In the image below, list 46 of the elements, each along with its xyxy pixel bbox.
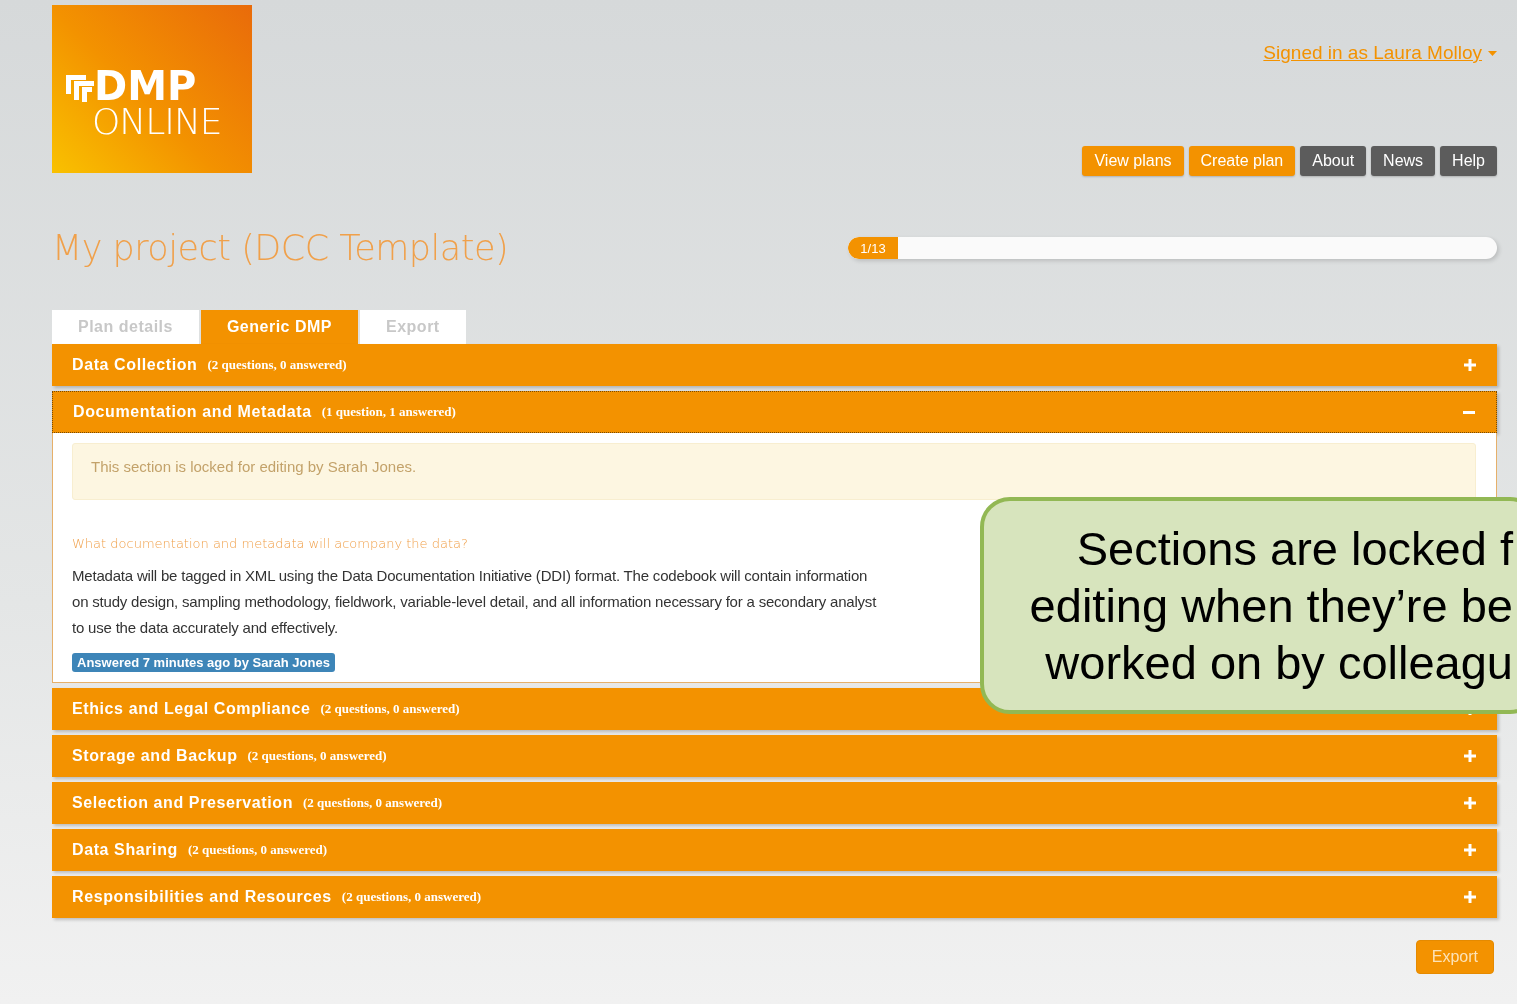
nav-button[interactable]: News — [1371, 146, 1436, 176]
lock-notice: This section is locked for editing by Sarah Jones. — [72, 443, 1476, 500]
section-header[interactable]: Storage and Backup (2 questions, 0 answered) — [52, 735, 1497, 777]
logo[interactable]: DMP ONLINE — [52, 5, 252, 173]
section-header[interactable]: Responsibilities and Resources (2 questions, 0 answered) — [52, 876, 1497, 918]
question-count: (2 questions, 0 answered) — [247, 748, 387, 764]
section-title: Documentation and Metadata — [73, 403, 312, 421]
logo-text: DMP — [94, 68, 197, 104]
nav-button[interactable]: Create plan — [1188, 146, 1296, 176]
tab[interactable]: Generic DMP — [200, 310, 358, 344]
question-count: (2 questions, 0 answered) — [303, 795, 443, 811]
nav-button[interactable]: About — [1300, 146, 1367, 176]
export-button[interactable]: Export — [1415, 940, 1494, 974]
section-title: Selection and Preservation — [72, 794, 293, 812]
section-title: Responsibilities and Resources — [72, 888, 332, 906]
section-header[interactable]: Selection and Preservation (2 questions, 0 answered) — [52, 782, 1497, 824]
answer-text: Metadata will be tagged in XML using the Data Documentation Initiative (DDI) format. The codebook will contain information on study design, sampling methodology, fieldwork, variable-level detail, and all information necessary for a secondary analyst to use the data accurately and effectively. — [72, 566, 878, 638]
section-title: Data Collection — [72, 356, 198, 374]
section-header[interactable]: Documentation and Metadata (1 question, 1 answered) — [52, 391, 1497, 433]
callout-text: worked on by colleagu — [1045, 635, 1513, 691]
user-menu-link[interactable]: Signed in as Laura Molloy — [1263, 42, 1497, 64]
question-count: (2 questions, 0 answered) — [320, 701, 460, 717]
nav-button[interactable]: View plans — [1082, 146, 1184, 176]
question-count: (1 question, 1 answered) — [321, 404, 456, 420]
callout-text: editing when they’re be — [1029, 578, 1513, 634]
caret-icon — [1488, 50, 1497, 56]
question-text: What documentation and metadata will acompany the data? — [72, 536, 468, 551]
question-count: (2 questions, 0 answered) — [207, 357, 347, 373]
section-title: Data Sharing — [72, 841, 178, 859]
question-count: (2 questions, 0 answered) — [341, 889, 482, 905]
plus-icon[interactable] — [1463, 358, 1477, 372]
plus-icon[interactable] — [1463, 796, 1477, 810]
answered-label: Answered 7 minutes ago by Sarah Jones — [72, 653, 335, 672]
question-count: (2 questions, 0 answered) — [187, 842, 328, 858]
section-header[interactable]: Data Collection (2 questions, 0 answered) — [52, 344, 1497, 386]
plus-icon[interactable] — [1463, 843, 1477, 857]
callout-text: Sections are locked f — [1076, 521, 1513, 577]
plus-icon[interactable] — [1463, 749, 1477, 763]
progress-fill: 1/13 — [848, 237, 898, 259]
section-title: Ethics and Legal Compliance — [72, 700, 311, 718]
nav-button[interactable]: Help — [1440, 146, 1497, 176]
section-header[interactable]: Data Sharing (2 questions, 0 answered) — [52, 829, 1497, 871]
plan-title: My project (DCC Template) — [52, 228, 510, 268]
plus-icon[interactable] — [1463, 890, 1477, 904]
section-title: Storage and Backup — [72, 747, 238, 765]
logo-text: ONLINE — [92, 104, 223, 140]
